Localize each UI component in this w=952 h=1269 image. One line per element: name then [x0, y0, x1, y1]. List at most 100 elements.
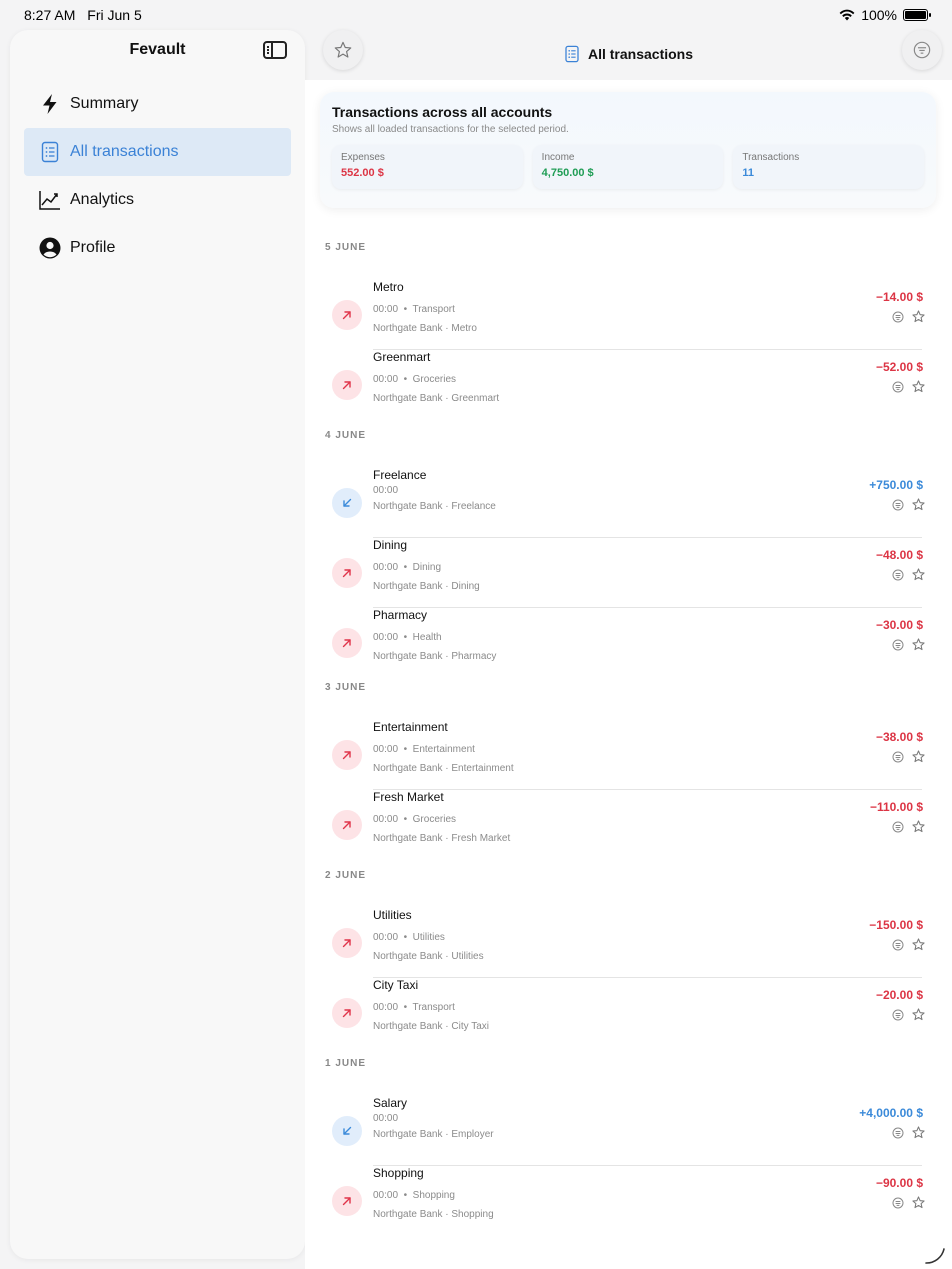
transaction-meta: 00:00 • Utilities [373, 932, 445, 943]
sidebar-item-all-transactions[interactable]: All transactions [24, 128, 291, 176]
sidebar-item-profile[interactable]: Profile [24, 224, 291, 272]
expense-badge [332, 740, 362, 770]
income-badge [332, 488, 362, 518]
transaction-row[interactable]: Utilities 00:00 • Utilities Northgate Bank… [305, 908, 952, 978]
transaction-row[interactable]: Freelance 00:00 Northgate Bank · Freelance… [305, 468, 952, 538]
list-document-icon [38, 140, 62, 164]
note-button[interactable] [892, 1126, 904, 1144]
transaction-row[interactable]: Pharmacy 00:00 • Health Northgate Bank · P… [305, 608, 952, 678]
transaction-name: Entertainment [373, 720, 448, 734]
transaction-amount: −52.00 $ [875, 360, 923, 374]
note-button[interactable] [892, 498, 904, 516]
star-icon [334, 41, 352, 58]
note-button[interactable] [892, 380, 904, 398]
favorite-button[interactable] [912, 310, 925, 328]
list-document-icon [565, 45, 579, 63]
expenses-stat: Expenses 552.00 $ [332, 145, 523, 189]
transaction-time: 00:00 [373, 485, 399, 496]
expense-badge [332, 628, 362, 658]
transaction-time: 00:00 [373, 304, 399, 315]
note-button[interactable] [892, 1196, 904, 1214]
transaction-account: Northgate Bank · Employer [373, 1129, 494, 1140]
transaction-name: Salary [373, 1096, 408, 1110]
favorite-button[interactable] [912, 1008, 925, 1026]
expenses-value: 552.00 $ [341, 167, 384, 179]
transaction-category: Transport [412, 1002, 455, 1013]
sidebar: Fevault Summary All transactions Analyti… [10, 30, 305, 1259]
meta-separator: • [398, 932, 413, 943]
transaction-row[interactable]: Metro 00:00 • Transport Northgate Bank · M… [305, 280, 952, 350]
sidebar-toggle-icon[interactable] [263, 41, 287, 59]
transaction-account: Northgate Bank · Greenmart [373, 393, 500, 404]
note-button[interactable] [892, 568, 904, 586]
favorite-button[interactable] [912, 638, 925, 656]
note-button[interactable] [892, 638, 904, 656]
favorites-button[interactable] [323, 30, 363, 70]
favorite-button[interactable] [912, 568, 925, 586]
transaction-time: 00:00 [373, 374, 399, 385]
transaction-actions [892, 380, 925, 398]
arrow-up-right-icon [342, 751, 351, 760]
arrow-up-right-icon [342, 381, 351, 390]
transaction-account: Northgate Bank · Dining [373, 581, 480, 592]
summary-stats: Expenses 552.00 $ Income 4,750.00 $ Tran… [332, 145, 925, 189]
filter-button[interactable] [902, 30, 942, 70]
sidebar-item-summary[interactable]: Summary [24, 80, 291, 128]
transaction-name: Greenmart [373, 350, 431, 364]
note-button[interactable] [892, 310, 904, 328]
page-title-text: All transactions [587, 46, 694, 62]
note-button[interactable] [892, 938, 904, 956]
sidebar-item-label: Analytics [70, 191, 135, 208]
favorite-button[interactable] [912, 750, 925, 768]
transaction-meta: 00:00 [373, 1113, 398, 1124]
transactions-content: Transactions across all accounts Shows a… [305, 80, 952, 1269]
scroll-indicator [925, 1248, 945, 1264]
transaction-row[interactable]: City Taxi 00:00 • Transport Northgate Bank… [305, 978, 952, 1048]
transaction-account: Northgate Bank · Fresh Market [373, 833, 511, 844]
note-icon [892, 1127, 904, 1139]
expense-badge [332, 370, 362, 400]
status-left: 8:27 AM Fri Jun 5 [24, 7, 150, 23]
status-time: 8:27 AM [24, 7, 76, 23]
app-title: Fevault [129, 41, 186, 58]
sidebar-item-analytics[interactable]: Analytics [24, 176, 291, 224]
favorite-button[interactable] [912, 498, 925, 516]
favorite-button[interactable] [912, 1196, 925, 1214]
favorite-button[interactable] [912, 380, 925, 398]
transaction-amount: −110.00 $ [869, 800, 923, 814]
transaction-row[interactable]: Shopping 00:00 • Shopping Northgate Bank ·… [305, 1166, 952, 1236]
battery-percent: 100% [861, 7, 897, 23]
transaction-row[interactable]: Salary 00:00 Northgate Bank · Employer +4,0… [305, 1096, 952, 1166]
transaction-row[interactable]: Greenmart 00:00 • Groceries Northgate Bank… [305, 350, 952, 420]
note-button[interactable] [892, 820, 904, 838]
note-icon [892, 939, 904, 951]
transaction-actions [892, 1126, 925, 1144]
star-icon [912, 310, 925, 323]
arrow-up-right-icon [342, 939, 351, 948]
transaction-time: 00:00 [373, 814, 399, 825]
transaction-name: Pharmacy [373, 608, 428, 622]
favorite-button[interactable] [912, 820, 925, 838]
status-right: 100% [839, 7, 931, 23]
favorite-button[interactable] [912, 938, 925, 956]
transaction-time: 00:00 [373, 1113, 399, 1124]
transaction-amount: −90.00 $ [875, 1176, 923, 1190]
transaction-amount: −48.00 $ [875, 548, 923, 562]
transaction-category: Shopping [412, 1190, 455, 1201]
meta-separator: • [398, 562, 413, 573]
note-button[interactable] [892, 1008, 904, 1026]
favorite-button[interactable] [912, 1126, 925, 1144]
note-icon [892, 1009, 904, 1021]
wifi-icon [839, 9, 855, 21]
expense-badge [332, 928, 362, 958]
trend-chart-icon [38, 188, 62, 212]
transaction-actions [892, 568, 925, 586]
transaction-name: Dining [373, 538, 408, 552]
note-button[interactable] [892, 750, 904, 768]
arrow-up-right-icon [342, 639, 351, 648]
transaction-row[interactable]: Fresh Market 00:00 • Groceries Northgate B… [305, 790, 952, 860]
transaction-row[interactable]: Dining 00:00 • Dining Northgate Bank · Din… [305, 538, 952, 608]
sidebar-nav: Summary All transactions Analytics Profi… [10, 80, 305, 272]
arrow-up-right-icon [342, 1009, 351, 1018]
transaction-row[interactable]: Entertainment 00:00 • Entertainment Northg… [305, 720, 952, 790]
